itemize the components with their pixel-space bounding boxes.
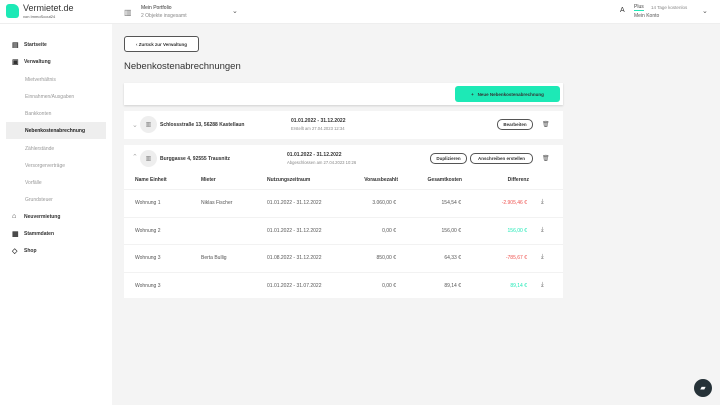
table-row: Wohnung 3 01.01.2022 - 31.07.2022 0,00 €… <box>124 271 563 299</box>
column-header: Vorausbezahlt <box>364 177 398 183</box>
column-header: Nutzungszeitraum <box>267 177 311 183</box>
download-icon[interactable]: ⤓ <box>541 282 544 289</box>
back-button[interactable]: ‹ Zurück zur Verwaltung <box>124 36 199 52</box>
trial-text: 14 Tage kostenlos <box>651 5 688 10</box>
usage-period: 01.08.2022 - 31.12.2022 <box>267 255 322 261</box>
brand-name[interactable]: Vermietet.de <box>23 3 74 13</box>
property-period: 01.01.2022 - 31.12.2022 <box>291 118 346 124</box>
building-icon: ▥ <box>140 116 157 133</box>
difference: -2.905,46 € <box>501 200 527 206</box>
tenant: Berta Bullig <box>201 255 227 261</box>
table-row: Wohnung 1 Niklas Fischer 01.01.2022 - 31… <box>124 189 563 216</box>
column-header: Differenz <box>507 177 529 183</box>
tag-icon: ◇ <box>12 247 18 255</box>
unit-name: Wohnung 1 <box>135 200 161 206</box>
label: Neue Nebenkostenabrechnung <box>477 91 544 97</box>
sidebar-item-einnahmen[interactable]: Einnahmen/Ausgaben <box>6 88 106 105</box>
portfolio-title[interactable]: Mein Portfolio <box>141 5 172 11</box>
usage-period: 01.01.2022 - 31.12.2022 <box>267 200 322 206</box>
sidebar-item-startseite[interactable]: ▤ Startseite <box>6 36 106 53</box>
prepaid: 850,00 € <box>376 255 396 261</box>
table-row: Wohnung 3 Berta Bullig 01.08.2022 - 31.1… <box>124 244 563 271</box>
property-card: ⌄ ▥ Schlossstraße 13, 56288 Kastellaun 0… <box>124 111 563 139</box>
chat-icon: ▰ <box>700 385 706 392</box>
logo-icon[interactable] <box>6 4 19 18</box>
label: Shop <box>24 247 37 254</box>
label: Startseite <box>24 41 47 48</box>
sidebar-item-verwaltung[interactable]: ▣ Verwaltung <box>6 53 106 70</box>
total-costs: 156,00 € <box>441 227 461 234</box>
property-address: Schlossstraße 13, 56288 Kastellaun <box>160 122 245 128</box>
map-icon: ▤ <box>12 41 19 49</box>
toolbar-card: + Neue Nebenkostenabrechnung <box>124 83 563 105</box>
account-label[interactable]: Mein Konto <box>634 13 659 19</box>
create-letter-button[interactable]: Anschreiben erstellen <box>470 153 533 164</box>
usage-period: 01.01.2022 - 31.07.2022 <box>267 282 322 289</box>
account-icon: A <box>620 7 625 14</box>
sidebar-item-zaehlerstaende[interactable]: Zählerstände <box>6 140 106 157</box>
briefcase-icon: ▣ <box>12 58 19 66</box>
total-costs: 64,33 € <box>444 255 461 261</box>
column-header: Name Einheit <box>135 177 167 183</box>
difference: 156,00 € <box>507 227 527 234</box>
property-period: 01.01.2022 - 31.12.2022 <box>287 152 342 158</box>
prepaid: 0,00 € <box>382 227 396 234</box>
sidebar-item-neuvermietung[interactable]: ⌂ Neuvermietung <box>6 208 106 225</box>
sidebar-item-grundsteuer[interactable]: Grundsteuer <box>6 191 106 208</box>
usage-period: 01.01.2022 - 31.12.2022 <box>267 227 322 234</box>
label: Stammdaten <box>24 230 55 237</box>
sidebar-item-stammdaten[interactable]: ▦ Stammdaten <box>6 225 106 242</box>
label: Neuvermietung <box>24 213 61 220</box>
chevron-up-icon[interactable]: ⌃ <box>132 153 138 161</box>
account-chevron-down-icon[interactable]: ⌄ <box>702 7 708 15</box>
prepaid: 0,00 € <box>382 282 396 289</box>
difference: 89,14 € <box>510 282 527 289</box>
sidebar-item-shop[interactable]: ◇ Shop <box>6 242 106 259</box>
download-icon[interactable]: ⤓ <box>541 254 544 261</box>
property-status: Erstellt am 27.04.2023 12:34 <box>291 126 345 131</box>
house-key-icon: ⌂ <box>12 213 17 220</box>
property-address: Burggasse 4, 92555 Trausnitz <box>160 156 231 162</box>
new-statement-button[interactable]: + Neue Nebenkostenabrechnung <box>455 86 560 102</box>
plan-badge[interactable]: Plus <box>634 4 644 11</box>
column-header: Gesamtkosten <box>427 177 462 183</box>
tenant: Niklas Fischer <box>201 200 233 206</box>
portfolio-chevron-down-icon[interactable]: ⌄ <box>232 7 238 15</box>
label: Verwaltung <box>24 58 51 65</box>
label: Zurück zur Verwaltung <box>138 41 187 47</box>
column-header: Mieter <box>201 177 216 183</box>
page-title: Nebenkostenabrechnungen <box>124 61 241 72</box>
sidebar-item-mietverhaeltnis[interactable]: Mietverhältnis <box>6 71 106 88</box>
sidebar-item-nebenkostenabrechnung[interactable]: Nebenkostenabrechnung <box>6 122 106 139</box>
prepaid: 3.060,00 € <box>372 200 396 206</box>
download-icon[interactable]: ⤓ <box>541 199 544 206</box>
unit-name: Wohnung 3 <box>135 255 161 261</box>
building-icon: ▥ <box>140 150 157 167</box>
trash-icon[interactable]: 🗑 <box>542 155 550 162</box>
clipboard-icon: ▦ <box>12 230 19 238</box>
property-status: Abgeschlossen am 27.04.2023 10:26 <box>287 160 357 165</box>
brand-sub: von ImmoScout24 <box>23 14 56 19</box>
difference: -785,67 € <box>505 255 527 261</box>
duplicate-button[interactable]: Duplizieren <box>430 153 467 164</box>
property-card: ⌃ ▥ Burggasse 4, 92555 Trausnitz 01.01.2… <box>124 145 563 298</box>
building-icon: ▥ <box>124 8 132 17</box>
edit-button[interactable]: Bearbeiten <box>497 119 533 130</box>
unit-name: Wohnung 3 <box>135 282 161 289</box>
chat-button[interactable]: ▰ <box>694 379 712 397</box>
download-icon[interactable]: ⤓ <box>541 227 544 234</box>
sidebar-item-vorfaelle[interactable]: Vorfälle <box>6 174 106 191</box>
trash-icon[interactable]: 🗑 <box>542 121 550 128</box>
sidebar-item-bankkonten[interactable]: Bankkonten <box>6 105 106 122</box>
total-costs: 89,14 € <box>444 282 461 289</box>
sidebar: ▤ Startseite ▣ Verwaltung Mietverhältnis E… <box>0 24 112 405</box>
sidebar-item-versorgervertraege[interactable]: Versorgerverträge <box>6 157 106 174</box>
total-costs: 154,54 € <box>441 200 461 206</box>
top-header: Vermietet.de von ImmoScout24 ▥ Mein Port… <box>0 0 720 24</box>
unit-name: Wohnung 2 <box>135 227 161 234</box>
chevron-down-icon[interactable]: ⌄ <box>132 121 138 129</box>
table-row: Wohnung 2 01.01.2022 - 31.12.2022 0,00 €… <box>124 216 563 244</box>
portfolio-sub: 2 Objekte insgesamt <box>141 13 187 19</box>
